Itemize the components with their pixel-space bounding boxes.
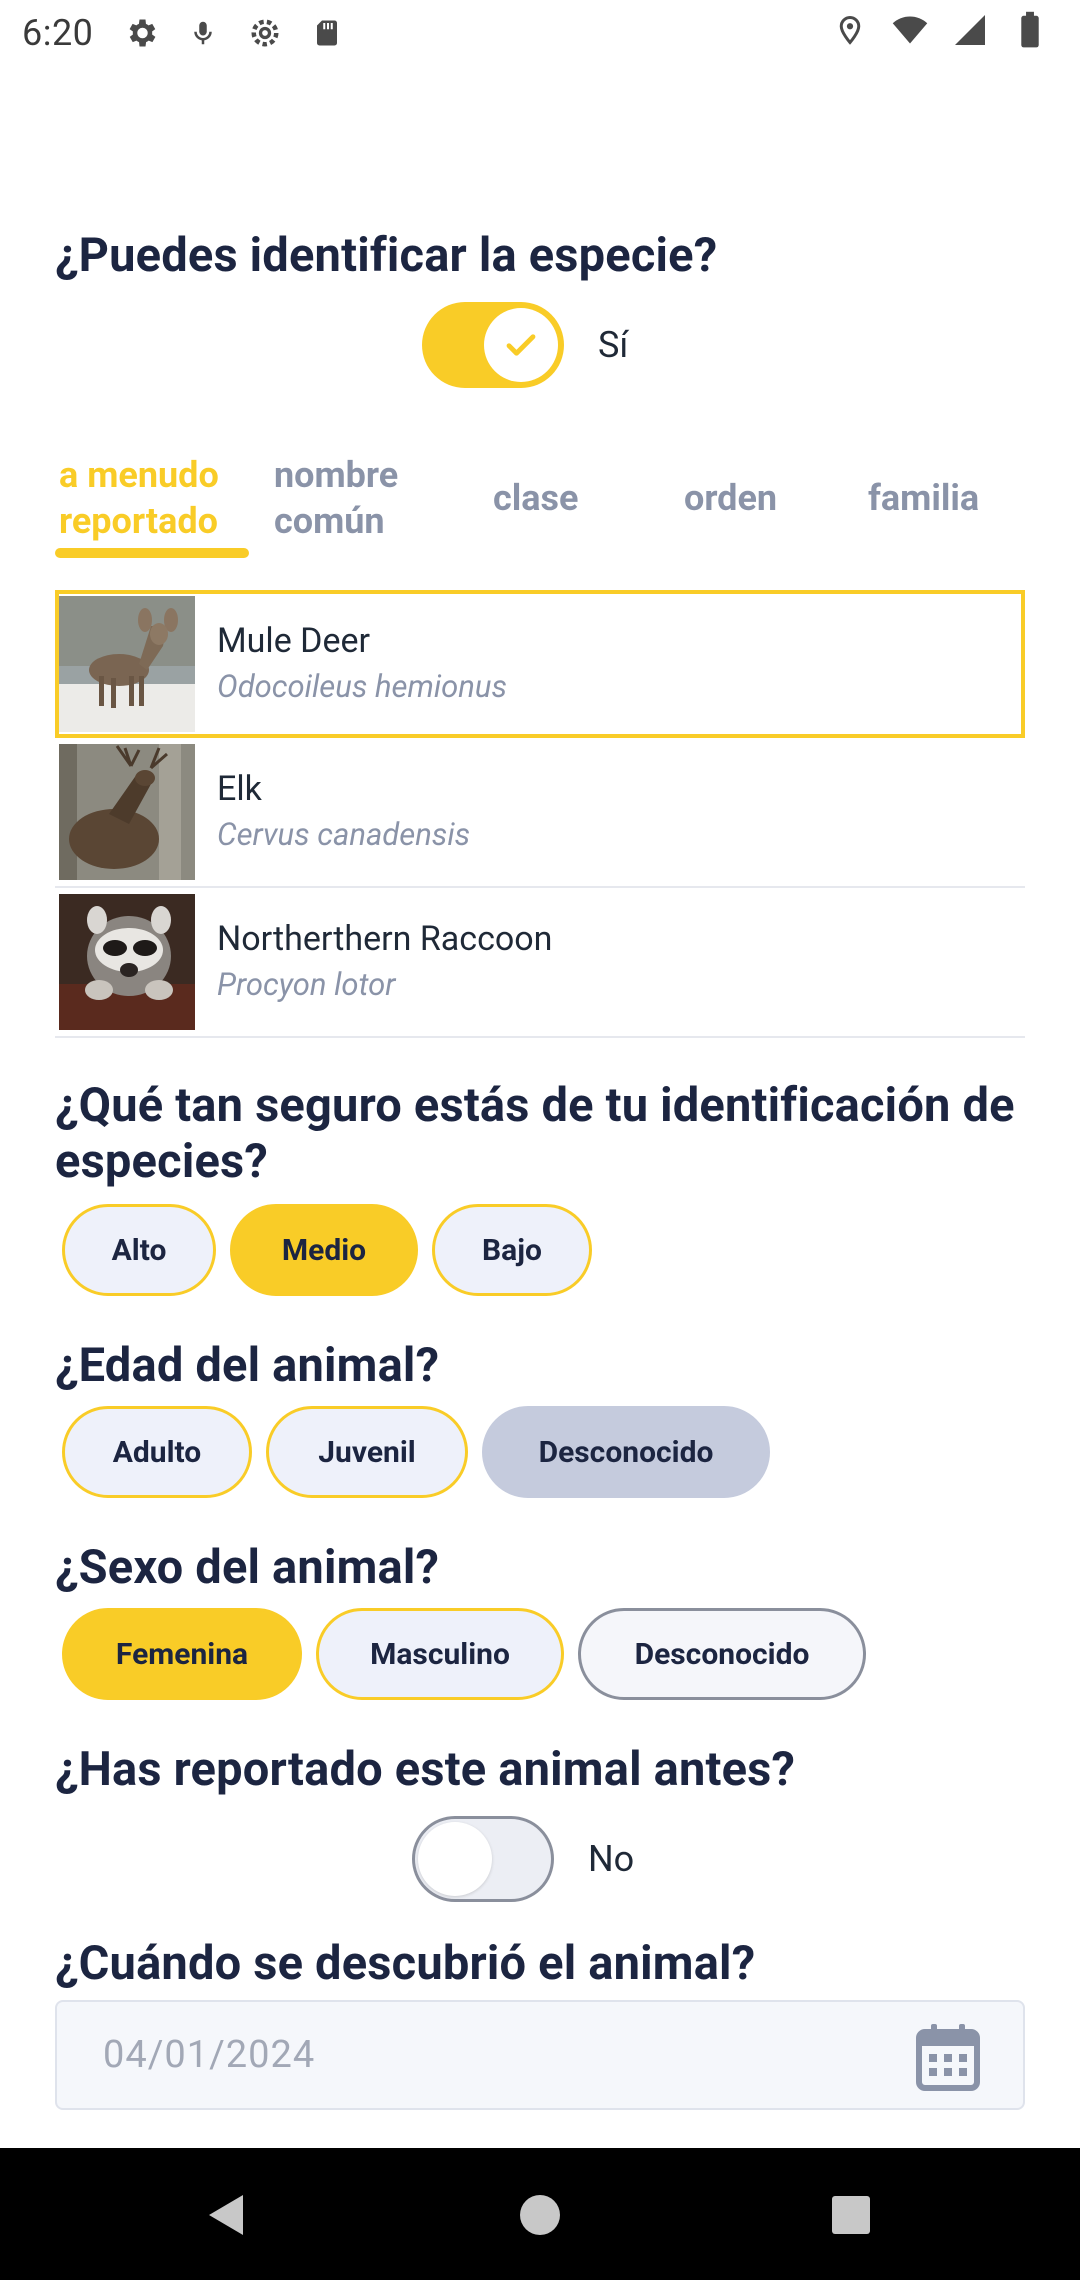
age-question: ¿Edad del animal? (55, 1338, 440, 1393)
species-common-name: Northerthern Raccoon (217, 919, 553, 959)
sex-options: Femenina Masculino Desconocido (62, 1608, 866, 1700)
status-bar: 6:20 (0, 0, 1080, 66)
battery-icon (1010, 10, 1050, 50)
identify-toggle-row: Sí (422, 302, 628, 388)
age-options: Adulto Juvenil Desconocido (62, 1406, 770, 1498)
tab-family[interactable]: familia (868, 438, 979, 558)
tab-common-name[interactable]: nombre común (274, 438, 398, 558)
reported-before-toggle[interactable] (412, 1816, 554, 1902)
screen: 6:20 ¿Puedes identificar la especie? Sí … (0, 0, 1080, 2280)
status-time: 6:20 (22, 12, 94, 54)
confidence-alto-button[interactable]: Alto (62, 1204, 216, 1296)
tab-label: nombre (274, 454, 399, 496)
species-scientific-name: Cervus canadensis (217, 816, 471, 853)
confidence-question: ¿Qué tan seguro estás de tu identificaci… (55, 1078, 1015, 1189)
toggle-knob (484, 308, 558, 382)
reported-before-toggle-row: No (412, 1816, 634, 1902)
species-text: Elk Cervus canadensis (217, 767, 470, 857)
calendar-icon[interactable] (915, 2022, 981, 2092)
tab-order[interactable]: orden (684, 438, 777, 558)
gear-icon (121, 13, 161, 53)
filter-tabs: a menudo reportado nombre común clase orde… (55, 438, 1025, 558)
tab-label: clase (493, 477, 579, 519)
identify-toggle[interactable] (422, 302, 564, 388)
identify-question: ¿Puedes identificar la especie? (55, 228, 718, 283)
system-nav-bar (0, 2148, 1080, 2280)
tab-label: orden (684, 477, 778, 519)
discovered-date-field[interactable]: 04/01/2024 (55, 2000, 1025, 2110)
sex-masculino-button[interactable]: Masculino (316, 1608, 564, 1700)
back-icon[interactable] (200, 2190, 250, 2240)
tab-class[interactable]: clase (493, 438, 578, 558)
tab-often-reported[interactable]: a menudo reportado (59, 438, 219, 558)
discovered-date-value: 04/01/2024 (103, 2033, 316, 2077)
discovered-question: ¿Cuándo se descubrió el animal? (55, 1936, 756, 1991)
reported-before-question: ¿Has reportado este animal antes? (55, 1742, 796, 1797)
toggle-knob (418, 1822, 492, 1896)
recents-icon[interactable] (826, 2190, 876, 2240)
wifi-icon (890, 10, 930, 50)
elk-thumbnail (59, 744, 195, 880)
confidence-medio-button[interactable]: Medio (230, 1204, 418, 1296)
mule-deer-thumbnail (59, 596, 195, 732)
reported-before-toggle-label: No (588, 1838, 635, 1880)
age-desconocido-button[interactable]: Desconocido (482, 1406, 770, 1498)
age-juvenil-button[interactable]: Juvenil (266, 1406, 468, 1498)
species-list: Mule Deer Odocoileus hemionus Elk Cervus… (55, 590, 1025, 1038)
home-icon[interactable] (515, 2190, 565, 2240)
tab-label: a menudo (59, 454, 219, 496)
confidence-bajo-button[interactable]: Bajo (432, 1204, 592, 1296)
signal-icon (950, 10, 990, 50)
species-common-name: Elk (217, 769, 262, 809)
tab-label: común (274, 500, 385, 542)
sd-card-icon (307, 13, 347, 53)
species-item-elk[interactable]: Elk Cervus canadensis (55, 738, 1025, 888)
species-item-raccoon[interactable]: Northerthern Raccoon Procyon lotor (55, 888, 1025, 1038)
settings-icon (245, 13, 285, 53)
species-item-mule-deer[interactable]: Mule Deer Odocoileus hemionus (55, 590, 1025, 738)
status-right-icons (830, 10, 1050, 50)
sex-question: ¿Sexo del animal? (55, 1540, 440, 1595)
raccoon-thumbnail (59, 894, 195, 1030)
tab-label: reportado (59, 500, 218, 542)
tab-label: familia (868, 477, 980, 519)
active-tab-indicator (55, 548, 249, 558)
identify-toggle-label: Sí (598, 324, 629, 366)
confidence-options: Alto Medio Bajo (62, 1204, 592, 1296)
age-adulto-button[interactable]: Adulto (62, 1406, 252, 1498)
species-scientific-name: Odocoileus hemionus (217, 668, 507, 705)
species-text: Mule Deer Odocoileus hemionus (217, 619, 507, 709)
species-common-name: Mule Deer (217, 621, 371, 661)
mic-icon (183, 13, 223, 53)
species-text: Northerthern Raccoon Procyon lotor (217, 917, 552, 1007)
check-icon (506, 334, 536, 356)
status-left-icons (121, 13, 347, 53)
location-icon (830, 10, 870, 50)
sex-desconocido-button[interactable]: Desconocido (578, 1608, 866, 1700)
sex-femenina-button[interactable]: Femenina (62, 1608, 302, 1700)
species-scientific-name: Procyon lotor (217, 966, 396, 1003)
